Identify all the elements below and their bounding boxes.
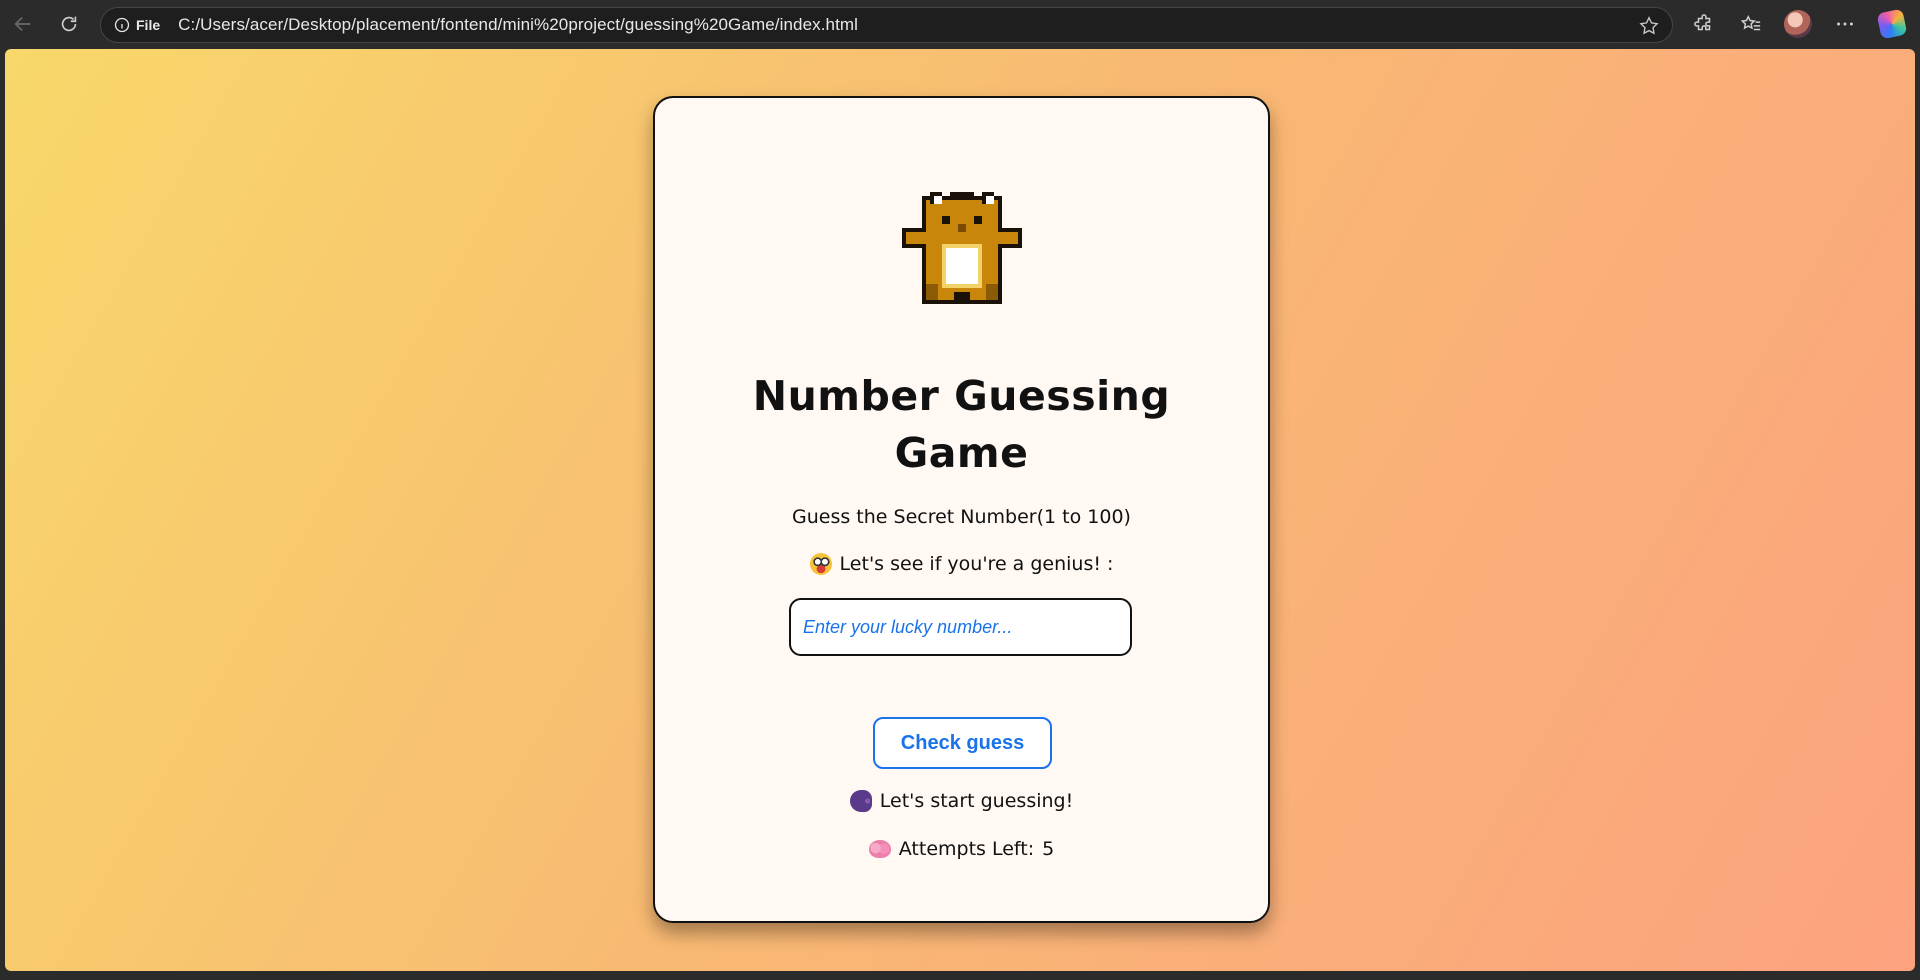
more-menu-button[interactable] [1821, 0, 1868, 48]
favorite-star-icon[interactable] [1638, 15, 1660, 37]
speaking-head-emoji-icon [849, 790, 872, 812]
window-bottom-edge [0, 971, 1920, 980]
copilot-button[interactable] [1868, 0, 1915, 48]
toolbar-right [1680, 0, 1915, 48]
attempts-left: Attempts Left: 5 [655, 838, 1268, 860]
attempts-label: Attempts Left: [898, 838, 1035, 860]
page-viewport: Number Guessing Game Guess the Secret Nu… [5, 49, 1915, 971]
info-icon [114, 17, 130, 33]
game-title: Number Guessing Game [655, 368, 1268, 482]
puzzle-icon [1693, 14, 1710, 31]
browser-toolbar: File C:/Users/acer/Desktop/placement/fon… [0, 0, 1920, 48]
feedback-message-text: Let's start guessing! [879, 790, 1074, 812]
pixel-bear-mascot-icon [902, 192, 1022, 304]
url-text[interactable]: C:/Users/acer/Desktop/placement/fontend/… [178, 15, 858, 35]
favorites-list-icon [1740, 14, 1760, 31]
extensions-button[interactable] [1680, 0, 1727, 48]
site-info-label: File [136, 17, 161, 33]
back-button[interactable] [0, 0, 46, 48]
game-title-line2: Game [894, 429, 1029, 477]
back-arrow-icon [14, 16, 31, 32]
copilot-icon [1876, 8, 1907, 40]
favorites-button[interactable] [1727, 0, 1774, 48]
game-title-line1: Number Guessing [752, 372, 1171, 420]
guess-input[interactable] [789, 598, 1132, 656]
refresh-button[interactable] [46, 0, 92, 48]
genius-prompt: Let's see if you're a genius! : [655, 553, 1268, 575]
avatar [1783, 10, 1812, 38]
profile-button[interactable] [1774, 0, 1821, 48]
genius-prompt-text: Let's see if you're a genius! : [839, 553, 1114, 575]
site-info-button[interactable]: File [108, 12, 168, 38]
game-card: Number Guessing Game Guess the Secret Nu… [653, 96, 1270, 923]
brain-emoji-icon [868, 840, 891, 858]
more-dots-icon [1836, 22, 1853, 26]
game-subtitle: Guess the Secret Number(1 to 100) [792, 506, 1131, 528]
feedback-message: Let's start guessing! [655, 790, 1268, 812]
check-guess-button[interactable]: Check guess [873, 717, 1052, 769]
zany-face-emoji-icon [809, 553, 832, 575]
attempts-count: 5 [1042, 838, 1055, 860]
refresh-icon [61, 16, 77, 32]
address-bar[interactable]: File C:/Users/acer/Desktop/placement/fon… [100, 7, 1673, 43]
